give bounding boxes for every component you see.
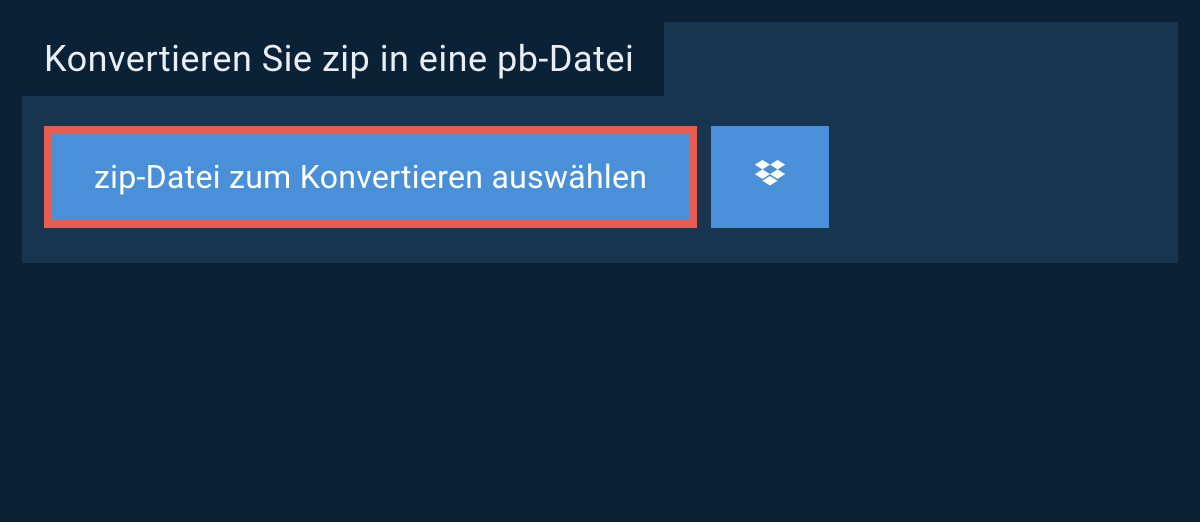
dropbox-icon: [751, 158, 789, 196]
page-title: Konvertieren Sie zip in eine pb-Datei: [44, 38, 634, 80]
dropbox-button[interactable]: [711, 126, 829, 228]
select-file-label: zip-Datei zum Konvertieren auswählen: [94, 158, 647, 196]
converter-panel: Konvertieren Sie zip in eine pb-Datei zi…: [22, 22, 1178, 263]
select-file-button[interactable]: zip-Datei zum Konvertieren auswählen: [44, 126, 697, 228]
button-row: zip-Datei zum Konvertieren auswählen: [22, 96, 1178, 228]
title-bar: Konvertieren Sie zip in eine pb-Datei: [22, 22, 664, 96]
